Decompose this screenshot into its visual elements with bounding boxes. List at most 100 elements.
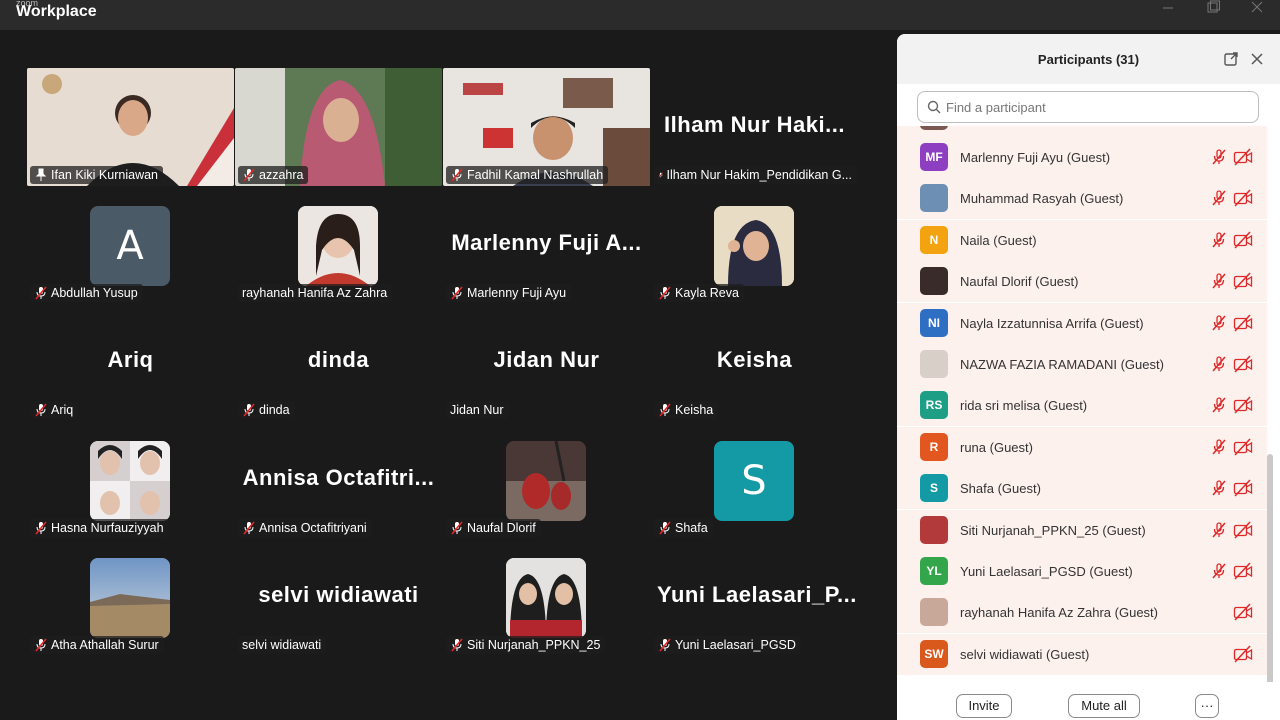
video-tile[interactable]: Jidan Nur Jidan Nur: [443, 303, 650, 421]
mic-muted-icon[interactable]: [1210, 231, 1228, 249]
video-off-icon[interactable]: [1233, 314, 1253, 332]
video-off-icon[interactable]: [1233, 355, 1253, 373]
mic-muted-icon[interactable]: [1210, 189, 1228, 207]
mic-muted-icon[interactable]: [1210, 148, 1228, 166]
participant-name: Ariq: [51, 403, 74, 417]
participant-name: Ilham Nur Hakim_Pendidikan G...: [666, 168, 853, 182]
video-off-icon[interactable]: [1233, 396, 1253, 414]
participant-label: Hasna Nurfauziyyah: [30, 519, 169, 537]
video-tile[interactable]: dinda dinda: [235, 303, 442, 421]
participant-name: rida sri melisa (Guest): [960, 398, 1088, 414]
participants-panel: Participants (31) MF Marlenny Fuji Ayu (G…: [897, 34, 1280, 720]
close-window-icon[interactable]: [1234, 0, 1280, 30]
mic-muted-icon: [451, 521, 463, 535]
participant-label: dinda: [238, 401, 295, 419]
participant-row[interactable]: S Shafa (Guest): [897, 468, 1267, 510]
video-tile[interactable]: Siti Nurjanah_PPKN_25: [443, 538, 650, 656]
video-tile[interactable]: Keisha Keisha: [651, 303, 858, 421]
video-tile[interactable]: Yuni Laelasari_P... Yuni Laelasari_PGSD: [651, 538, 858, 656]
participant-big-name: Marlenny Fuji A...: [451, 230, 642, 255]
participant-label: Abdullah Yusup: [30, 284, 143, 302]
participant-row[interactable]: Rruna (Guest): [897, 426, 1267, 468]
pop-out-icon[interactable]: [1221, 49, 1241, 69]
video-tile[interactable]: Atha Athallah Surur: [27, 538, 234, 656]
participant-row[interactable]: RS rida sri melisa (Guest): [897, 385, 1267, 427]
video-tile[interactable]: selvi widiawati selvi widiawati: [235, 538, 442, 656]
participant-label: selvi widiawati: [238, 636, 327, 654]
mic-muted-icon: [35, 403, 47, 417]
participant-row[interactable]: Siti Nurjanah_PPKN_25 (Guest): [897, 509, 1267, 551]
video-tile[interactable]: S Shafa: [651, 421, 858, 539]
participant-label: Siti Nurjanah_PPKN_25: [446, 636, 606, 654]
scrollbar[interactable]: [1267, 454, 1273, 712]
participant-row[interactable]: N Naila (Guest): [897, 219, 1267, 261]
video-tile[interactable]: azzahra: [235, 68, 442, 186]
video-off-icon[interactable]: [1233, 148, 1253, 166]
participant-big-name: Jidan Nur: [493, 347, 600, 372]
mic-muted-icon[interactable]: [1210, 479, 1228, 497]
participant-name: Keisha: [675, 403, 714, 417]
mute-all-button[interactable]: Mute all: [1068, 694, 1140, 718]
mic-muted-icon: [451, 168, 463, 182]
participant-row[interactable]: rayhanah Hanifa Az Zahra (Guest): [897, 592, 1267, 634]
video-off-icon[interactable]: [1233, 272, 1253, 290]
video-off-icon[interactable]: [1233, 479, 1253, 497]
participant-avatar: [920, 126, 948, 130]
minimize-icon[interactable]: [1145, 0, 1191, 30]
mic-muted-icon[interactable]: [1210, 396, 1228, 414]
participant-label: azzahra: [238, 166, 309, 184]
video-tile[interactable]: Ilham Nur Haki... Ilham Nur Hakim_Pendid…: [651, 68, 858, 186]
video-tile[interactable]: Ariq Ariq: [27, 303, 234, 421]
participant-row[interactable]: Naufal Dlorif (Guest): [897, 261, 1267, 303]
search-input[interactable]: [946, 98, 1246, 116]
participant-avatar: S: [920, 474, 948, 503]
photo-avatar: [90, 441, 170, 521]
pin-icon: [35, 168, 47, 181]
mic-muted-icon[interactable]: [1210, 272, 1228, 290]
participant-row[interactable]: YL Yuni Laelasari_PGSD (Guest): [897, 551, 1267, 592]
video-tile[interactable]: Fadhil Kamal Nashrullah: [443, 68, 650, 186]
video-off-icon[interactable]: [1233, 189, 1253, 207]
video-off-icon[interactable]: [1233, 438, 1253, 456]
video-off-icon[interactable]: [1233, 603, 1253, 621]
more-options-button[interactable]: ···: [1195, 694, 1219, 718]
video-tile[interactable]: Ifan Kiki Kurniawan: [27, 68, 234, 186]
video-tile[interactable]: Kayla Reva: [651, 186, 858, 304]
participant-row[interactable]: SW selvi widiawati (Guest): [897, 633, 1267, 675]
search-box[interactable]: [917, 91, 1259, 123]
video-off-icon[interactable]: [1233, 231, 1253, 249]
video-tile[interactable]: Marlenny Fuji A... Marlenny Fuji Ayu: [443, 186, 650, 304]
participant-name: Shafa: [675, 521, 708, 535]
video-tile[interactable]: Annisa Octafitri... Annisa Octafitriyani: [235, 421, 442, 539]
invite-button[interactable]: Invite: [956, 694, 1012, 718]
mic-muted-icon: [659, 638, 671, 652]
participant-name: Yuni Laelasari_PGSD (Guest): [960, 564, 1133, 579]
video-tile[interactable]: A Abdullah Yusup: [27, 186, 234, 304]
participant-avatar: N: [920, 225, 948, 254]
close-icon[interactable]: [1247, 49, 1267, 69]
participant-label: Ifan Kiki Kurniawan: [30, 166, 164, 184]
mic-muted-icon[interactable]: [1210, 438, 1228, 456]
video-tile[interactable]: Hasna Nurfauziyyah: [27, 421, 234, 539]
participant-label: Ilham Nur Hakim_Pendidikan G...: [654, 166, 857, 184]
participant-row[interactable]: NAZWA FAZIA RAMADANI (Guest): [897, 344, 1267, 385]
video-off-icon[interactable]: [1233, 645, 1253, 663]
restore-icon[interactable]: [1191, 0, 1237, 30]
video-tile[interactable]: rayhanah Hanifa Az Zahra: [235, 186, 442, 304]
mic-muted-icon[interactable]: [1210, 562, 1228, 580]
mic-muted-icon: [659, 403, 671, 417]
video-off-icon[interactable]: [1233, 521, 1253, 539]
participant-row[interactable]: NI Nayla Izzatunnisa Arrifa (Guest): [897, 302, 1267, 344]
participant-row[interactable]: [897, 126, 1267, 137]
video-off-icon[interactable]: [1233, 562, 1253, 580]
participant-row[interactable]: Muhammad Rasyah (Guest): [897, 178, 1267, 220]
participant-label: Naufal Dlorif: [446, 519, 541, 537]
avatar-initial: A: [116, 223, 144, 269]
video-tile[interactable]: Naufal Dlorif: [443, 421, 650, 539]
mic-muted-icon[interactable]: [1210, 521, 1228, 539]
photo-avatar: [714, 206, 794, 286]
mic-muted-icon[interactable]: [1210, 355, 1228, 373]
participant-avatar: [920, 267, 948, 296]
participant-row[interactable]: MF Marlenny Fuji Ayu (Guest): [897, 137, 1267, 178]
mic-muted-icon[interactable]: [1210, 314, 1228, 332]
